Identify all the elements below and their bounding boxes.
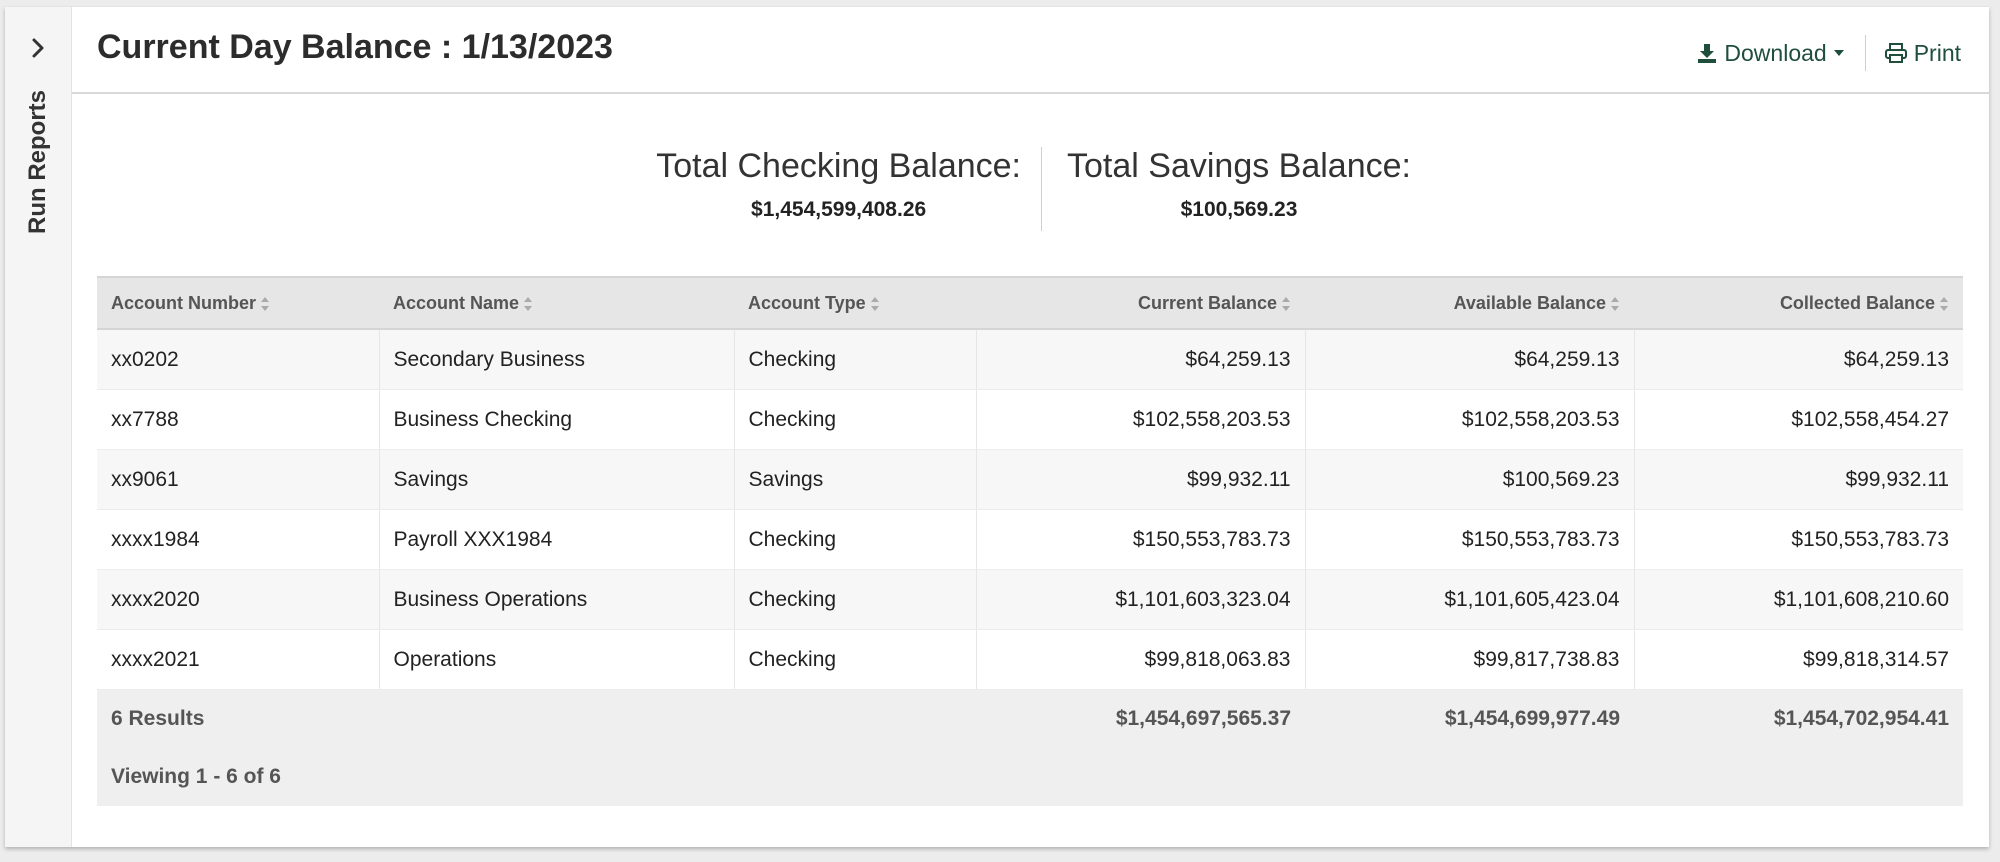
column-header-account-number[interactable]: Account Number xyxy=(97,276,379,330)
account-name-cell: Business Operations xyxy=(379,569,735,630)
account-name-cell: Operations xyxy=(379,629,735,690)
available-balance-cell: $1,101,605,423.04 xyxy=(1305,569,1635,630)
print-label: Print xyxy=(1913,39,1961,66)
account-name-cell: Payroll XXX1984 xyxy=(379,509,735,570)
sort-icon xyxy=(1611,296,1619,311)
column-label: Collected Balance xyxy=(1779,292,1935,313)
account-type-cell: Checking xyxy=(734,329,977,390)
print-icon xyxy=(1884,43,1907,63)
table-header-row: Account Number Account Name Account Type… xyxy=(97,276,1963,330)
savings-total-label: Total Savings Balance: xyxy=(1067,147,1411,185)
sort-icon xyxy=(1282,296,1290,311)
account-number-cell: xx9061 xyxy=(97,449,380,510)
savings-total-value: $100,569.23 xyxy=(1180,198,1298,221)
chevron-right-icon xyxy=(32,38,44,58)
account-number-cell: xx7788 xyxy=(97,389,380,450)
collected-balance-cell: $150,553,783.73 xyxy=(1634,509,1963,570)
table-row[interactable]: xx7788 Business Checking Checking $102,5… xyxy=(97,389,1963,450)
collected-balance-cell: $64,259.13 xyxy=(1634,329,1963,390)
totals-row: 6 Results $1,454,697,565.37 $1,454,699,9… xyxy=(97,689,1963,748)
account-type-cell: Checking xyxy=(734,569,977,630)
account-type-cell: Checking xyxy=(734,629,977,690)
available-balance-cell: $99,817,738.83 xyxy=(1305,629,1635,690)
account-number-cell: xxxx2021 xyxy=(97,629,380,690)
balance-table: Account Number Account Name Account Type… xyxy=(97,276,1963,806)
available-balance-cell: $102,558,203.53 xyxy=(1305,389,1635,450)
current-balance-cell: $99,932.11 xyxy=(976,449,1306,510)
caret-down-icon xyxy=(1833,50,1844,56)
column-header-available-balance[interactable]: Available Balance xyxy=(1305,276,1634,330)
column-header-account-name[interactable]: Account Name xyxy=(379,276,734,330)
available-balance-cell: $100,569.23 xyxy=(1305,449,1635,510)
collected-balance-cell: $1,101,608,210.60 xyxy=(1634,569,1963,630)
current-balance-cell: $150,553,783.73 xyxy=(976,509,1306,570)
savings-total: Total Savings Balance: $100,569.23 xyxy=(1067,147,1411,222)
account-name-cell: Savings xyxy=(379,449,735,510)
pagination-info: Viewing 1 - 6 of 6 xyxy=(97,748,1963,806)
available-balance-total: $1,454,699,977.49 xyxy=(1305,689,1634,748)
side-rail: Run Reports xyxy=(5,7,72,847)
column-header-account-type[interactable]: Account Type xyxy=(734,276,976,330)
table-row[interactable]: xxxx2020 Business Operations Checking $1… xyxy=(97,569,1963,630)
collected-balance-cell: $99,818,314.57 xyxy=(1634,629,1963,690)
checking-total-label: Total Checking Balance: xyxy=(656,147,1021,185)
account-number-cell: xx0202 xyxy=(97,329,380,390)
account-number-cell: xxxx2020 xyxy=(97,569,380,630)
download-icon xyxy=(1698,44,1717,63)
sort-icon xyxy=(524,296,533,311)
report-toolbar: Download Print xyxy=(1696,33,1961,73)
page-title: Current Day Balance : 1/13/2023 xyxy=(97,28,613,66)
collected-balance-total: $1,454,702,954.41 xyxy=(1634,689,1963,748)
account-name-cell: Secondary Business xyxy=(379,329,735,390)
sort-icon xyxy=(1940,296,1948,311)
print-button[interactable]: Print xyxy=(1884,40,1961,67)
download-button[interactable]: Download xyxy=(1696,40,1844,67)
results-count: 6 Results xyxy=(97,689,379,748)
sort-icon xyxy=(261,296,270,311)
account-type-cell: Checking xyxy=(734,389,977,450)
column-label: Current Balance xyxy=(1137,292,1277,313)
balance-summary: Total Checking Balance: $1,454,599,408.2… xyxy=(5,147,1989,237)
account-name-cell: Business Checking xyxy=(379,389,735,450)
table-row[interactable]: xxxx1984 Payroll XXX1984 Checking $150,5… xyxy=(97,509,1963,570)
current-balance-cell: $99,818,063.83 xyxy=(976,629,1306,690)
table-row[interactable]: xx0202 Secondary Business Checking $64,2… xyxy=(97,329,1963,390)
column-label: Account Name xyxy=(393,292,520,313)
current-balance-cell: $1,101,603,323.04 xyxy=(976,569,1306,630)
available-balance-cell: $150,553,783.73 xyxy=(1305,509,1635,570)
column-header-collected-balance[interactable]: Collected Balance xyxy=(1634,276,1963,330)
current-balance-total: $1,454,697,565.37 xyxy=(976,689,1305,748)
toolbar-divider xyxy=(1864,35,1866,71)
column-label: Account Type xyxy=(748,292,866,313)
checking-total: Total Checking Balance: $1,454,599,408.2… xyxy=(656,147,1021,222)
report-panel: Run Reports Current Day Balance : 1/13/2… xyxy=(5,7,1989,847)
current-balance-cell: $64,259.13 xyxy=(976,329,1306,390)
collected-balance-cell: $102,558,454.27 xyxy=(1634,389,1963,450)
account-number-cell: xxxx1984 xyxy=(97,509,380,570)
header-divider xyxy=(72,92,1989,94)
column-header-current-balance[interactable]: Current Balance xyxy=(976,276,1305,330)
table-row[interactable]: xx9061 Savings Savings $99,932.11 $100,5… xyxy=(97,449,1963,510)
table-row[interactable]: xxxx2021 Operations Checking $99,818,063… xyxy=(97,629,1963,690)
column-label: Available Balance xyxy=(1453,292,1606,313)
pagination-row: Viewing 1 - 6 of 6 xyxy=(97,748,1963,806)
account-type-cell: Savings xyxy=(734,449,977,510)
expand-sidebar-button[interactable] xyxy=(23,33,53,63)
empty-cell xyxy=(734,689,976,748)
sort-icon xyxy=(870,296,879,311)
current-balance-cell: $102,558,203.53 xyxy=(976,389,1306,450)
download-label: Download xyxy=(1724,39,1827,66)
empty-cell xyxy=(379,689,734,748)
collected-balance-cell: $99,932.11 xyxy=(1634,449,1963,510)
summary-divider xyxy=(1041,147,1042,231)
available-balance-cell: $64,259.13 xyxy=(1305,329,1635,390)
checking-total-value: $1,454,599,408.26 xyxy=(751,198,927,221)
column-label: Account Number xyxy=(111,292,257,313)
account-type-cell: Checking xyxy=(734,509,977,570)
